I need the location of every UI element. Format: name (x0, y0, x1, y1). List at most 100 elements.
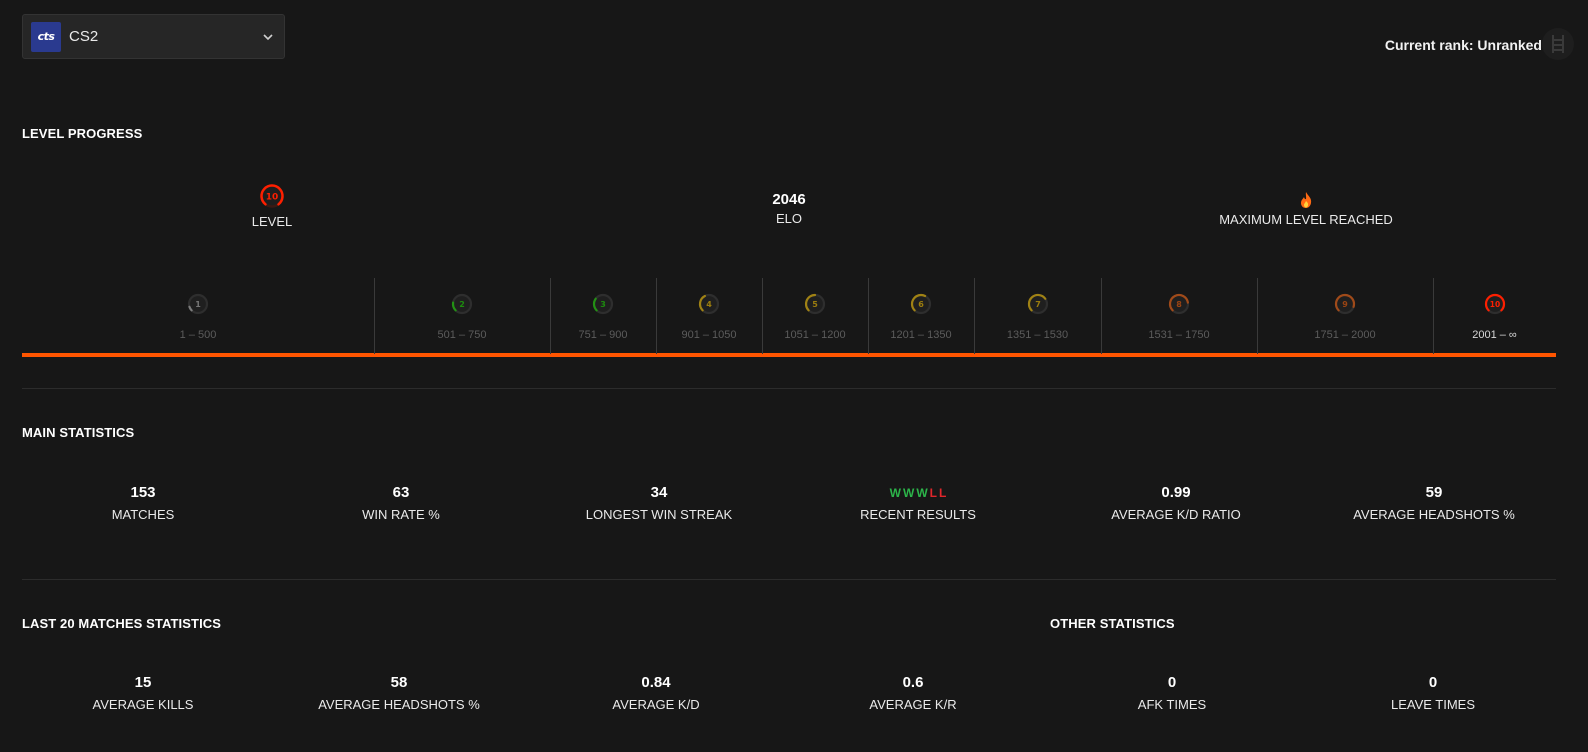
level-range-label: 751 – 900 (578, 329, 628, 341)
level-segment-2: 2 501 – 750 (374, 278, 550, 354)
stat-label: AVERAGE K/D RATIO (1111, 507, 1241, 522)
level-segment-8: 8 1531 – 1750 (1101, 278, 1257, 354)
level-scale: 1 1 – 500 2 501 – 750 3 751 – 900 4 901 – 1050 5… (22, 278, 1556, 358)
level-divider (974, 278, 975, 354)
stat-value: 63 (392, 484, 410, 501)
stat-label: LONGEST WIN STREAK (585, 507, 733, 522)
svg-text:4: 4 (706, 300, 712, 309)
level-segment-7: 7 1351 – 1530 (974, 278, 1101, 354)
level-range-label: 1201 – 1350 (890, 329, 952, 341)
stat-label: AFK TIMES (1137, 697, 1207, 712)
section-divider (22, 388, 1556, 389)
stat-headshots: 59 AVERAGE HEADSHOTS % (1334, 484, 1534, 522)
player-stats-page: cts CS2 Current rank: Unranked LEVEL PRO… (0, 0, 1588, 752)
stat-longest-win-streak: 34 LONGEST WIN STREAK (559, 484, 759, 522)
level-segment-10: 10 2001 – ∞ (1433, 278, 1556, 354)
stat-value: 15 (134, 674, 152, 691)
result-win: W (902, 486, 915, 500)
level-range-label: 501 – 750 (437, 329, 487, 341)
level-divider (762, 278, 763, 354)
stat-value: 153 (130, 484, 156, 501)
stat-value: 0.84 (641, 674, 671, 691)
max-level-stat: MAXIMUM LEVEL REACHED (1180, 191, 1432, 227)
cs2-logo-icon: cts (31, 21, 61, 52)
rank-ladder-icon (1542, 28, 1574, 60)
stat-last20-headshots: 58 AVERAGE HEADSHOTS % (299, 674, 499, 712)
level-range-label: 1751 – 2000 (1314, 329, 1376, 341)
stat-value: 59 (1425, 484, 1443, 501)
stat-leave-times: 0 LEAVE TIMES (1333, 674, 1533, 712)
level-4-badge-icon: 4 (697, 292, 721, 316)
level-divider (656, 278, 657, 354)
level-2-badge-icon: 2 (450, 292, 474, 316)
level-10-badge-icon: 10 (1483, 292, 1507, 316)
current-level: 10 LEVEL (222, 182, 322, 229)
main-statistics-title: MAIN STATISTICS (22, 425, 135, 440)
svg-text:8: 8 (1176, 300, 1182, 309)
stat-value: 34 (650, 484, 668, 501)
stat-kd-ratio: 0.99 AVERAGE K/D RATIO (1076, 484, 1276, 522)
stat-label: AVERAGE K/R (869, 697, 957, 712)
elo-stat: 2046 ELO (739, 191, 839, 226)
level-segment-4: 4 901 – 1050 (656, 278, 762, 354)
stat-label: LEAVE TIMES (1390, 697, 1476, 712)
stat-matches: 153 MATCHES (43, 484, 243, 522)
svg-text:2: 2 (459, 300, 465, 309)
elo-label: ELO (775, 211, 802, 226)
svg-text:9: 9 (1342, 300, 1348, 309)
level-segment-9: 9 1751 – 2000 (1257, 278, 1433, 354)
stat-recent-results: WWWLL RECENT RESULTS (818, 484, 1018, 522)
level-8-badge-icon: 8 (1167, 292, 1191, 316)
stat-label: AVERAGE HEADSHOTS % (1353, 507, 1515, 522)
svg-text:3: 3 (600, 300, 606, 309)
level-segment-3: 3 751 – 900 (550, 278, 656, 354)
svg-text:5: 5 (812, 300, 818, 309)
result-win: W (916, 486, 928, 500)
result-win: W (889, 486, 901, 500)
elo-value: 2046 (772, 191, 806, 208)
level-3-badge-icon: 3 (591, 292, 615, 316)
stat-value: 0 (1428, 674, 1438, 691)
stat-win-rate: 63 WIN RATE % (301, 484, 501, 522)
current-rank: Current rank: Unranked (1384, 37, 1542, 53)
stat-value: 0.6 (902, 674, 924, 691)
level-divider (868, 278, 869, 354)
level-divider (1101, 278, 1102, 354)
stat-label: AVERAGE HEADSHOTS % (318, 697, 480, 712)
result-loss: L (938, 486, 947, 500)
game-select-dropdown[interactable]: cts CS2 (22, 14, 285, 59)
stat-value: 0.99 (1161, 484, 1191, 501)
level-label: LEVEL (251, 214, 293, 229)
max-level-label: MAXIMUM LEVEL REACHED (1219, 212, 1393, 227)
level-range-label: 1 – 500 (179, 329, 217, 341)
stat-label: RECENT RESULTS (860, 507, 976, 522)
level-range-label: 1531 – 1750 (1148, 329, 1210, 341)
last20-statistics-title: LAST 20 MATCHES STATISTICS (22, 616, 222, 631)
level-1-badge-icon: 1 (186, 292, 210, 316)
svg-text:6: 6 (918, 300, 924, 309)
level-divider (374, 278, 375, 354)
level-progress-title: LEVEL PROGRESS (22, 126, 143, 141)
level-7-badge-icon: 7 (1026, 292, 1050, 316)
stat-afk-times: 0 AFK TIMES (1072, 674, 1272, 712)
result-loss: L (929, 486, 937, 500)
level-range-label: 2001 – ∞ (1472, 329, 1517, 341)
svg-text:1: 1 (195, 300, 201, 309)
stat-average-kills: 15 AVERAGE KILLS (43, 674, 243, 712)
stat-label: AVERAGE KILLS (92, 697, 194, 712)
level-divider (1257, 278, 1258, 354)
svg-text:10: 10 (1489, 300, 1499, 309)
level-range-label: 1351 – 1530 (1006, 329, 1069, 341)
level-divider (1433, 278, 1434, 354)
level-5-badge-icon: 5 (803, 292, 827, 316)
level-segment-1: 1 1 – 500 (22, 278, 374, 354)
level-range-label: 1051 – 1200 (784, 329, 846, 341)
stat-average-kr: 0.6 AVERAGE K/R (813, 674, 1013, 712)
level-divider (550, 278, 551, 354)
stat-average-kd: 0.84 AVERAGE K/D (556, 674, 756, 712)
level-6-badge-icon: 6 (909, 292, 933, 316)
level-10-badge-icon: 10 (258, 182, 286, 210)
fire-icon (1180, 191, 1432, 211)
section-divider (22, 579, 1556, 580)
stat-value: 58 (390, 674, 408, 691)
